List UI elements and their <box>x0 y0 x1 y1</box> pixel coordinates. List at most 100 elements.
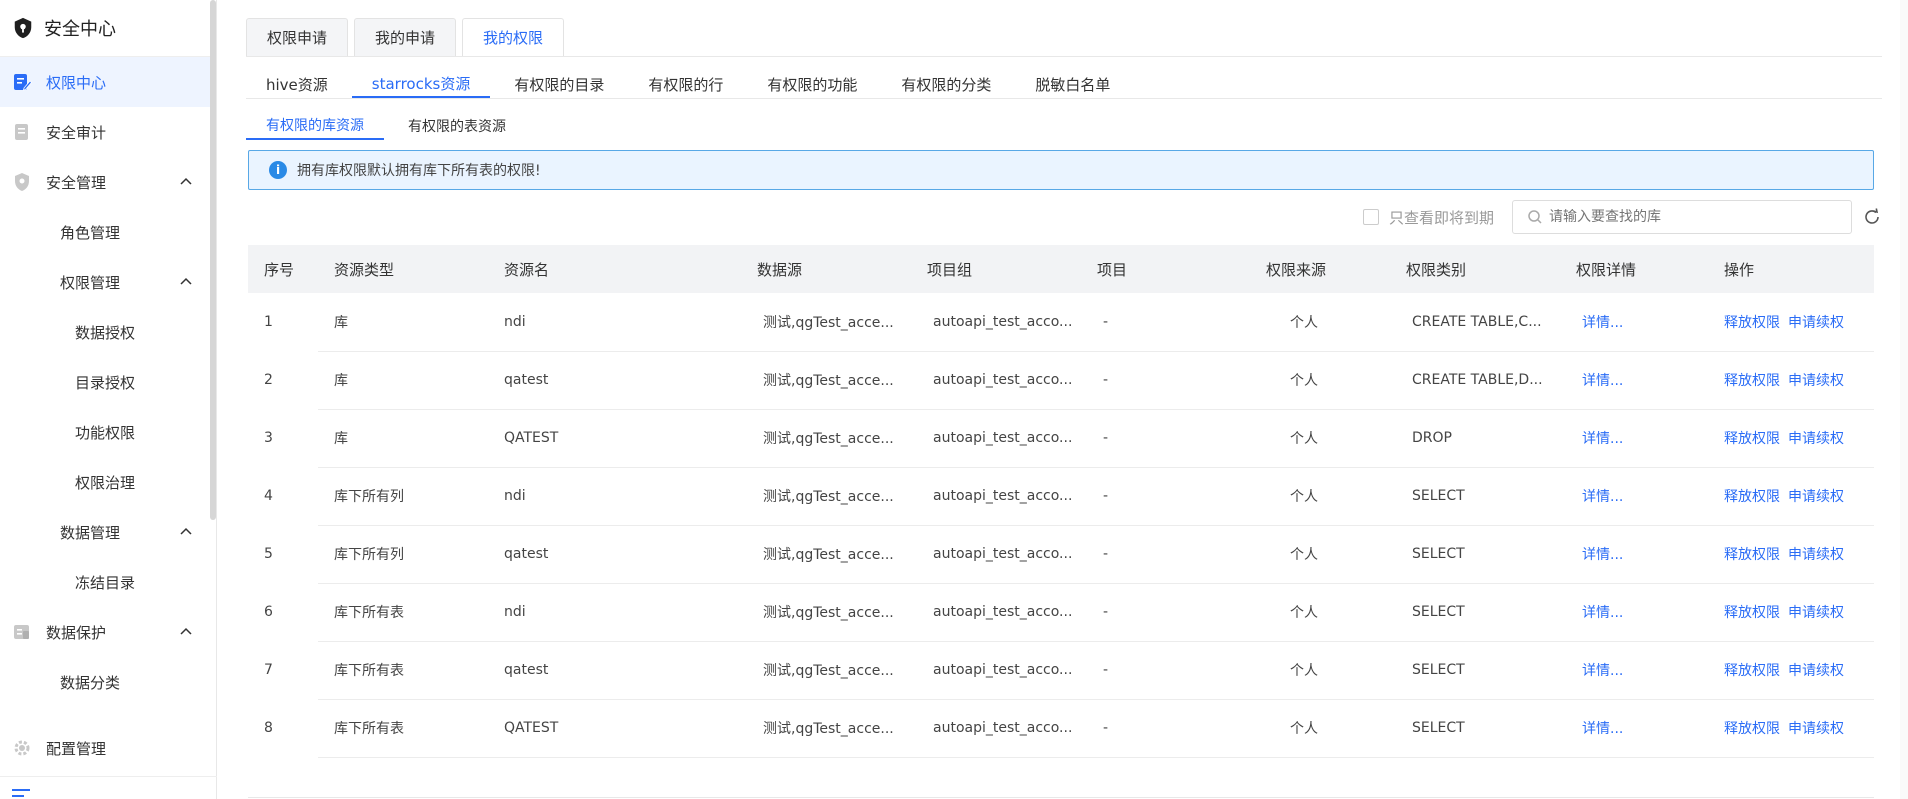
renew-permission-link[interactable]: 申请续权 <box>1788 547 1844 563</box>
detail-link[interactable]: 详情... <box>1582 373 1623 389</box>
sidebar-item-role-management[interactable]: 角色管理 <box>0 207 216 257</box>
tab-my-permissions[interactable]: 我的权限 <box>462 18 565 57</box>
sidebar-item-data-protection[interactable]: 数据保护 <box>0 607 216 657</box>
sidebar-item-data-authorization[interactable]: 数据授权 <box>0 307 216 357</box>
column-header: 操作 <box>1708 245 1874 293</box>
sidebar-item-function-permission[interactable]: 功能权限 <box>0 407 216 457</box>
renew-permission-link[interactable]: 申请续权 <box>1788 315 1844 331</box>
cell-project-group: autoapi_test_acco... <box>911 467 1081 526</box>
tab-table-resources[interactable]: 有权限的表资源 <box>388 112 526 140</box>
sidebar-item-label: 权限治理 <box>75 473 136 492</box>
sidebar-header: 安全中心 <box>0 0 216 57</box>
shield-logo-icon <box>14 17 32 39</box>
checkbox-box[interactable] <box>1362 209 1379 225</box>
renew-permission-link[interactable]: 申请续权 <box>1788 489 1844 505</box>
sidebar-item-directory-authorization[interactable]: 目录授权 <box>0 357 216 407</box>
cell-permission-category: CREATE TABLE,C... <box>1390 293 1560 352</box>
sidebar-scrollbar[interactable] <box>210 0 216 520</box>
expiring-soon-checkbox[interactable]: 只查看即将到期 <box>1362 207 1494 228</box>
tab-starrocks-resources[interactable]: starrocks资源 <box>351 70 491 98</box>
chevron-up-icon[interactable] <box>178 624 194 640</box>
sidebar-item-data-management[interactable]: 数据管理 <box>0 507 216 557</box>
sidebar: 安全中心 权限中心 安全审计 安全管理 角色管理 权限管理 数据授权 目录授权 … <box>0 0 217 799</box>
cell-permission-origin: 个人 <box>1250 699 1390 758</box>
tab-permitted-functions[interactable]: 有权限的功能 <box>747 70 877 98</box>
column-header: 序号 <box>248 245 318 293</box>
chevron-up-icon[interactable] <box>178 524 194 540</box>
cell-project: - <box>1081 699 1250 758</box>
release-permission-link[interactable]: 释放权限 <box>1724 489 1780 505</box>
release-permission-link[interactable]: 释放权限 <box>1724 721 1780 737</box>
sidebar-item-config-management[interactable]: 配置管理 <box>0 723 216 773</box>
sidebar-item-label: 角色管理 <box>60 223 121 242</box>
tab-my-applications[interactable]: 我的申请 <box>354 18 457 57</box>
tab-masking-whitelist[interactable]: 脱敏白名单 <box>1015 70 1130 98</box>
refresh-icon[interactable] <box>1862 207 1882 227</box>
chevron-up-icon[interactable] <box>178 274 194 290</box>
release-permission-link[interactable]: 释放权限 <box>1724 547 1780 563</box>
renew-permission-link[interactable]: 申请续权 <box>1788 373 1844 389</box>
chevron-up-icon[interactable] <box>178 174 194 190</box>
column-header: 项目组 <box>911 245 1081 293</box>
sidebar-item-permission-governance[interactable]: 权限治理 <box>0 457 216 507</box>
tab-permitted-classifications[interactable]: 有权限的分类 <box>881 70 1011 98</box>
cell-resource-name: QATEST <box>488 409 741 468</box>
top-tabs: 权限申请 我的申请 我的权限 <box>246 18 565 57</box>
release-permission-link[interactable]: 释放权限 <box>1724 663 1780 679</box>
sidebar-item-permission-management[interactable]: 权限管理 <box>0 257 216 307</box>
column-header: 权限详情 <box>1560 245 1708 293</box>
detail-link[interactable]: 详情... <box>1582 721 1623 737</box>
tab-permitted-rows[interactable]: 有权限的行 <box>628 70 743 98</box>
cell-permission-category: SELECT <box>1390 467 1560 526</box>
cell-project-group: autoapi_test_acco... <box>911 409 1081 468</box>
cell-project: - <box>1081 409 1250 468</box>
resource-tabs: 有权限的库资源 有权限的表资源 <box>246 112 530 140</box>
page-scrollbar[interactable] <box>1900 0 1908 799</box>
search-box[interactable] <box>1512 200 1852 234</box>
sidebar-item-permission-center[interactable]: 权限中心 <box>0 57 216 107</box>
shield-icon <box>12 172 32 192</box>
sidebar-title: 安全中心 <box>44 19 116 40</box>
tab-hive-resources[interactable]: hive资源 <box>246 70 348 98</box>
divider <box>248 797 1874 798</box>
tab-db-resources[interactable]: 有权限的库资源 <box>246 112 384 140</box>
cell-project: - <box>1081 525 1250 584</box>
renew-permission-link[interactable]: 申请续权 <box>1788 721 1844 737</box>
table-row: 3 库 QATEST 测试,qgTest_acce... autoapi_tes… <box>248 409 1874 468</box>
sidebar-item-security-audit[interactable]: 安全审计 <box>0 107 216 157</box>
sidebar-item-frozen-directory[interactable]: 冻结目录 <box>0 557 216 607</box>
release-permission-link[interactable]: 释放权限 <box>1724 605 1780 621</box>
renew-permission-link[interactable]: 申请续权 <box>1788 663 1844 679</box>
menu-collapse-icon[interactable] <box>12 789 32 799</box>
cell-data-source: 测试,qgTest_acce... <box>741 293 911 352</box>
detail-link[interactable]: 详情... <box>1582 663 1623 679</box>
detail-link[interactable]: 详情... <box>1582 315 1623 331</box>
cell-data-source: 测试,qgTest_acce... <box>741 409 911 468</box>
tab-permitted-directories[interactable]: 有权限的目录 <box>494 70 624 98</box>
table-row: 8 库下所有表 QATEST 测试,qgTest_acce... autoapi… <box>248 699 1874 758</box>
table-header: 序号 资源类型 资源名 数据源 项目组 项目 权限来源 权限类别 权限详情 操作 <box>248 245 1874 293</box>
renew-permission-link[interactable]: 申请续权 <box>1788 605 1844 621</box>
detail-link[interactable]: 详情... <box>1582 431 1623 447</box>
tab-permission-apply[interactable]: 权限申请 <box>246 18 349 57</box>
release-permission-link[interactable]: 释放权限 <box>1724 373 1780 389</box>
sidebar-footer <box>0 776 217 799</box>
cell-data-source: 测试,qgTest_acce... <box>741 525 911 584</box>
release-permission-link[interactable]: 释放权限 <box>1724 431 1780 447</box>
release-permission-link[interactable]: 释放权限 <box>1724 315 1780 331</box>
renew-permission-link[interactable]: 申请续权 <box>1788 431 1844 447</box>
cell-index: 2 <box>264 372 273 388</box>
cell-permission-origin: 个人 <box>1250 351 1390 410</box>
cell-permission-origin: 个人 <box>1250 641 1390 700</box>
sidebar-item-label: 数据分类 <box>60 673 121 692</box>
column-header: 数据源 <box>741 245 911 293</box>
cell-resource-type: 库下所有列 <box>318 467 488 526</box>
detail-link[interactable]: 详情... <box>1582 605 1623 621</box>
search-input[interactable] <box>1549 209 1829 225</box>
detail-link[interactable]: 详情... <box>1582 547 1623 563</box>
sidebar-item-security-management[interactable]: 安全管理 <box>0 157 216 207</box>
detail-link[interactable]: 详情... <box>1582 489 1623 505</box>
sidebar-item-data-classification[interactable]: 数据分类 <box>0 657 216 707</box>
divider <box>246 98 1882 99</box>
sidebar-item-label: 目录授权 <box>75 373 136 392</box>
